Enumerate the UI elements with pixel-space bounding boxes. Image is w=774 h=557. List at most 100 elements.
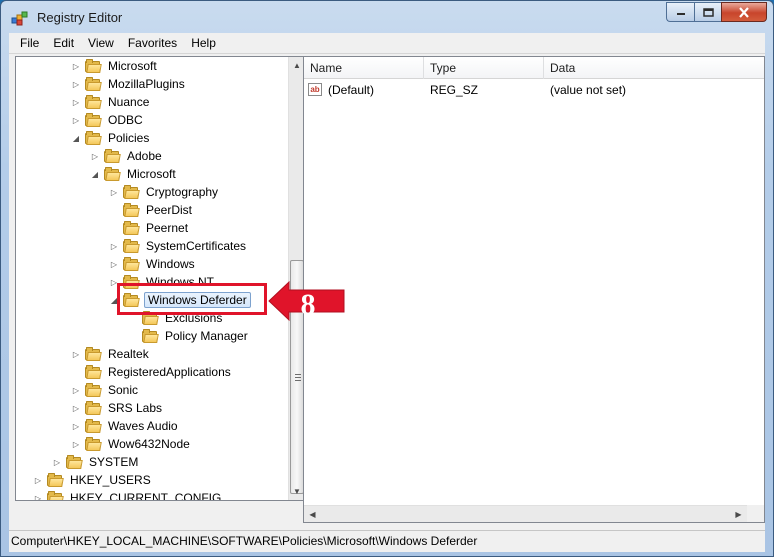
tree-node-label[interactable]: MozillaPlugins (106, 77, 187, 91)
tree-node-label[interactable]: SYSTEM (87, 455, 140, 469)
tree-node[interactable]: ▷ HKEY_USERS (33, 471, 153, 489)
menu-view[interactable]: View (81, 34, 121, 52)
folder-icon (123, 239, 140, 253)
folder-icon (85, 383, 102, 397)
tree-node[interactable]: Peernet (109, 219, 190, 237)
folder-icon (85, 77, 102, 91)
menu-favorites[interactable]: Favorites (121, 34, 184, 52)
tree-node-label[interactable]: Waves Audio (106, 419, 180, 433)
folder-icon (85, 131, 102, 145)
string-value-icon: ab (308, 83, 322, 96)
tree-node-label[interactable]: PeerDist (144, 203, 194, 217)
value-name: (Default) (328, 83, 375, 97)
key-tree-pane[interactable]: ▷ Microsoft ▷ MozillaPlugins ▷ Nuance ▷ ODBC ◢ Po… (15, 56, 306, 501)
tree-connector (109, 223, 119, 233)
value-data: (value not set) (550, 83, 627, 97)
close-button[interactable] (721, 2, 767, 22)
tree-node-label[interactable]: Policies (106, 131, 151, 145)
expand-arrow-icon[interactable]: ▷ (71, 115, 81, 125)
tree-node-label[interactable]: Microsoft (106, 59, 159, 73)
tree-node-label[interactable]: Adobe (125, 149, 164, 163)
tree-node[interactable]: ◢ Policies (71, 129, 151, 147)
tree-node[interactable]: ◢ Microsoft (90, 165, 178, 183)
tree-node[interactable]: ▷ Cryptography (109, 183, 220, 201)
column-header-data[interactable]: Data (544, 57, 764, 79)
tree-node[interactable]: ▷ Microsoft (71, 57, 159, 75)
list-horizontal-scrollbar[interactable]: ◀ ▶ (304, 505, 747, 522)
expand-arrow-icon[interactable]: ▷ (109, 259, 119, 269)
expand-arrow-icon[interactable]: ▷ (52, 457, 62, 467)
expand-arrow-icon[interactable]: ▷ (90, 151, 100, 161)
tree-node-label[interactable]: Nuance (106, 95, 151, 109)
tree-connector (128, 331, 138, 341)
tree-node-label[interactable]: ODBC (106, 113, 145, 127)
column-header-name[interactable]: Name (304, 57, 424, 79)
tree-node[interactable]: ▷ Wow6432Node (71, 435, 192, 453)
tree-connector (71, 367, 81, 377)
tree-node[interactable]: ▷ Sonic (71, 381, 140, 399)
scroll-corner (747, 505, 764, 522)
collapse-arrow-icon[interactable]: ◢ (71, 133, 81, 143)
tree-node-label[interactable]: Microsoft (125, 167, 178, 181)
expand-arrow-icon[interactable]: ▷ (71, 421, 81, 431)
expand-arrow-icon[interactable]: ▷ (71, 61, 81, 71)
menu-help[interactable]: Help (184, 34, 223, 52)
tree-node-label[interactable]: Sonic (106, 383, 140, 397)
tree-node-label[interactable]: HKEY_CURRENT_CONFIG (68, 491, 223, 500)
tree-node[interactable]: PeerDist (109, 201, 194, 219)
folder-icon (123, 221, 140, 235)
expand-arrow-icon[interactable]: ▷ (71, 439, 81, 449)
scroll-left-arrow-icon[interactable]: ◀ (304, 506, 321, 522)
tree-node-label[interactable]: Peernet (144, 221, 190, 235)
title-bar[interactable]: Registry Editor (1, 1, 773, 33)
column-header-type[interactable]: Type (424, 57, 544, 79)
menu-edit[interactable]: Edit (46, 34, 81, 52)
tree-node[interactable]: ▷ Realtek (71, 345, 151, 363)
value-row[interactable]: ab (Default) REG_SZ (value not set) (304, 81, 764, 99)
expand-arrow-icon[interactable]: ▷ (33, 475, 43, 485)
tree-node-label[interactable]: SystemCertificates (144, 239, 248, 253)
close-icon (739, 6, 749, 18)
maximize-button[interactable] (694, 2, 721, 22)
expand-arrow-icon[interactable]: ▷ (71, 403, 81, 413)
tree-node-label[interactable]: Policy Manager (163, 329, 250, 343)
expand-arrow-icon[interactable]: ▷ (71, 79, 81, 89)
collapse-arrow-icon[interactable]: ◢ (90, 169, 100, 179)
expand-arrow-icon[interactable]: ▷ (71, 349, 81, 359)
menu-file[interactable]: File (13, 34, 46, 52)
tree-node[interactable]: RegisteredApplications (71, 363, 233, 381)
scroll-right-arrow-icon[interactable]: ▶ (730, 506, 747, 522)
expand-arrow-icon[interactable]: ▷ (71, 97, 81, 107)
tree-node[interactable]: ▷ Adobe (90, 147, 164, 165)
minimize-button[interactable] (666, 2, 694, 22)
expand-arrow-icon[interactable]: ▷ (109, 241, 119, 251)
expand-arrow-icon[interactable]: ▷ (33, 493, 43, 501)
tree-node[interactable]: ▷ SRS Labs (71, 399, 164, 417)
tree-node-label[interactable]: RegisteredApplications (106, 365, 233, 379)
tree-node-label[interactable]: Cryptography (144, 185, 220, 199)
folder-icon (104, 167, 121, 181)
tree-node-label[interactable]: Windows (144, 257, 197, 271)
expand-arrow-icon[interactable]: ▷ (109, 187, 119, 197)
folder-icon (85, 437, 102, 451)
callout-arrow: 8 (267, 280, 346, 322)
folder-icon (123, 185, 140, 199)
tree-node-label[interactable]: HKEY_USERS (68, 473, 153, 487)
tree-node[interactable]: ▷ SYSTEM (52, 453, 140, 471)
tree-node[interactable]: ▷ MozillaPlugins (71, 75, 187, 93)
tree-connector (109, 205, 119, 215)
tree-node[interactable]: ▷ Waves Audio (71, 417, 180, 435)
tree-node-label[interactable]: SRS Labs (106, 401, 164, 415)
tree-node[interactable]: Policy Manager (128, 327, 250, 345)
tree-node[interactable]: ▷ HKEY_CURRENT_CONFIG (33, 489, 223, 501)
folder-icon (85, 59, 102, 73)
expand-arrow-icon[interactable]: ▷ (71, 385, 81, 395)
tree-node[interactable]: ▷ SystemCertificates (109, 237, 248, 255)
tree-node[interactable]: ▷ ODBC (71, 111, 145, 129)
tree-node-label[interactable]: Realtek (106, 347, 151, 361)
tree-node-label[interactable]: Wow6432Node (106, 437, 192, 451)
folder-icon (85, 401, 102, 415)
tree-node[interactable]: ▷ Windows (109, 255, 197, 273)
tree-node[interactable]: ▷ Nuance (71, 93, 151, 111)
values-list-pane[interactable]: Name Type Data ab (Default) REG_SZ (valu… (303, 56, 765, 523)
